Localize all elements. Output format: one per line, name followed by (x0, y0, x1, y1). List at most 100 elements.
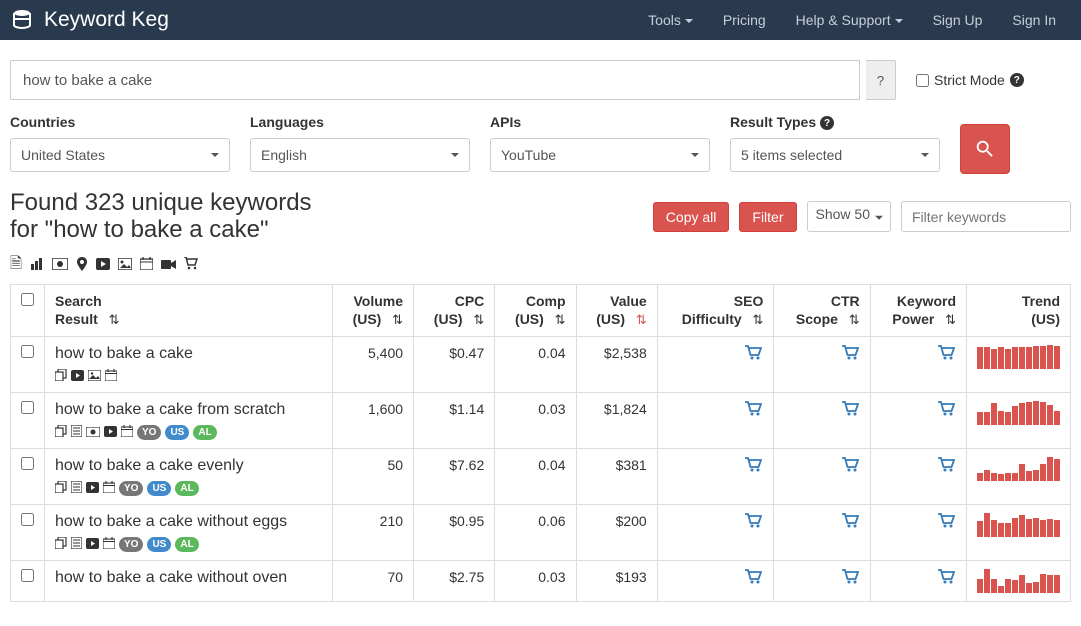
row-checkbox[interactable] (21, 569, 34, 582)
show-count-select[interactable]: Show 50 (807, 201, 891, 232)
col-value[interactable]: Value(US) ⇅ (576, 285, 657, 337)
keyword-input[interactable] (10, 60, 860, 100)
col-volume[interactable]: Volume(US) ⇅ (332, 285, 413, 337)
help-button[interactable]: ? (866, 60, 896, 100)
strict-mode-checkbox[interactable] (916, 74, 929, 87)
cart-icon[interactable] (745, 513, 763, 531)
sort-icon-active[interactable]: ⇅ (636, 312, 647, 328)
cart-icon[interactable] (745, 569, 763, 587)
row-checkbox[interactable] (21, 457, 34, 470)
video-icon[interactable] (71, 370, 84, 384)
cart-icon[interactable] (842, 569, 860, 587)
doc-icon[interactable]: 🗎 (10, 253, 22, 278)
doc-icon[interactable] (71, 537, 82, 552)
sort-icon[interactable]: ⇅ (945, 312, 956, 328)
results-count-title: Found 323 unique keywords for "how to ba… (10, 190, 312, 243)
money-icon[interactable] (52, 257, 68, 274)
nav-help[interactable]: Help & Support (781, 2, 918, 38)
video-icon[interactable] (86, 482, 99, 496)
cart-icon[interactable] (842, 401, 860, 419)
trend-sparkline (977, 569, 1060, 593)
cart-icon[interactable] (938, 401, 956, 419)
calendar-icon[interactable] (103, 481, 115, 496)
cart-icon[interactable] (938, 513, 956, 531)
sort-icon[interactable]: ⇅ (555, 312, 566, 328)
row-checkbox[interactable] (21, 513, 34, 526)
camera-icon[interactable] (161, 257, 176, 274)
image-icon[interactable] (88, 370, 101, 384)
copy-icon[interactable] (55, 369, 67, 384)
chart-icon[interactable] (30, 257, 44, 275)
doc-icon[interactable] (71, 481, 82, 496)
col-keyword-power[interactable]: KeywordPower ⇅ (870, 285, 966, 337)
value-cell: $381 (576, 449, 657, 505)
col-comp[interactable]: Comp(US) ⇅ (495, 285, 576, 337)
countries-label: Countries (10, 114, 230, 130)
brand-logo[interactable]: Keyword Keg (10, 8, 169, 32)
strict-mode-label: Strict Mode (934, 72, 1005, 88)
trend-sparkline (977, 345, 1060, 369)
row-checkbox[interactable] (21, 345, 34, 358)
countries-select[interactable]: United States (10, 138, 230, 172)
filter-keywords-input[interactable] (901, 201, 1071, 232)
table-row: how to bake a cake evenlyYOUSAL50$7.620.… (11, 449, 1071, 505)
cart-icon[interactable] (745, 401, 763, 419)
copy-icon[interactable] (55, 481, 67, 496)
col-trend[interactable]: Trend(US) (967, 285, 1071, 337)
play-icon[interactable] (96, 257, 110, 274)
video-icon[interactable] (86, 538, 99, 552)
cpc-cell: $2.75 (414, 561, 495, 602)
calendar-icon[interactable] (140, 257, 153, 274)
col-search-result[interactable]: SearchResult ⇅ (45, 285, 333, 337)
calendar-icon[interactable] (121, 425, 133, 440)
cart-icon[interactable] (184, 257, 198, 274)
trend-sparkline (977, 401, 1060, 425)
result-types-select[interactable]: 5 items selected (730, 138, 940, 172)
sort-icon[interactable]: ⇅ (752, 312, 763, 328)
languages-select[interactable]: English (250, 138, 470, 172)
cart-icon[interactable] (938, 457, 956, 475)
cart-icon[interactable] (938, 345, 956, 363)
nav-pricing[interactable]: Pricing (708, 2, 781, 38)
nav-tools[interactable]: Tools (633, 2, 708, 38)
cart-icon[interactable] (938, 569, 956, 587)
nav-signup[interactable]: Sign Up (918, 2, 998, 38)
col-ctr[interactable]: CTRScope ⇅ (774, 285, 870, 337)
row-checkbox[interactable] (21, 401, 34, 414)
nav-signin[interactable]: Sign In (997, 2, 1071, 38)
cart-icon[interactable] (842, 457, 860, 475)
strict-mode-help-icon[interactable]: ? (1010, 73, 1024, 87)
brand-text: Keyword Keg (44, 8, 169, 32)
money-icon[interactable] (86, 426, 100, 440)
comp-cell: 0.04 (495, 337, 576, 393)
copy-icon[interactable] (55, 537, 67, 552)
volume-cell: 1,600 (332, 393, 413, 449)
cart-icon[interactable] (745, 345, 763, 363)
badge-yo: YO (137, 425, 161, 440)
sort-icon[interactable]: ⇅ (473, 312, 484, 328)
sort-icon[interactable]: ⇅ (109, 312, 120, 328)
search-button[interactable] (960, 124, 1010, 174)
copy-icon[interactable] (55, 425, 67, 440)
apis-select[interactable]: YouTube (490, 138, 710, 172)
result-types-help-icon[interactable]: ? (820, 116, 834, 130)
sort-icon[interactable]: ⇅ (849, 312, 860, 328)
cart-icon[interactable] (842, 345, 860, 363)
image-icon[interactable] (118, 257, 132, 274)
col-seo[interactable]: SEODifficulty ⇅ (657, 285, 774, 337)
apis-label: APIs (490, 114, 710, 130)
volume-cell: 70 (332, 561, 413, 602)
open-filter-button[interactable]: Filter (739, 202, 796, 232)
cart-icon[interactable] (745, 457, 763, 475)
badge-al: AL (193, 425, 216, 440)
col-cpc[interactable]: CPC(US) ⇅ (414, 285, 495, 337)
cart-icon[interactable] (842, 513, 860, 531)
select-all-checkbox[interactable] (21, 293, 34, 306)
sort-icon[interactable]: ⇅ (392, 312, 403, 328)
video-icon[interactable] (104, 426, 117, 440)
copy-all-button[interactable]: Copy all (653, 202, 730, 232)
calendar-icon[interactable] (105, 369, 117, 384)
calendar-icon[interactable] (103, 537, 115, 552)
pin-icon[interactable] (76, 257, 88, 275)
doc-icon[interactable] (71, 425, 82, 440)
